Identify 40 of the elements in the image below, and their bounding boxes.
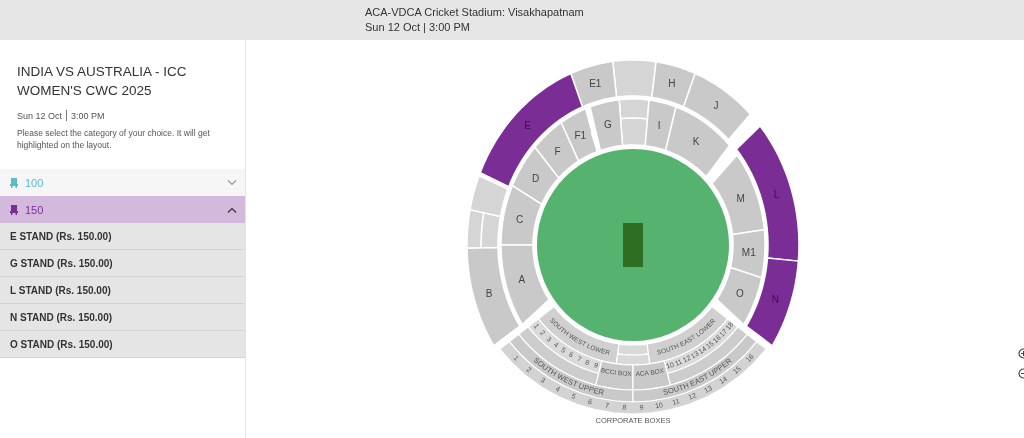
section-label: L <box>773 189 780 201</box>
section-label: O <box>735 287 744 299</box>
section-label: F <box>554 145 561 157</box>
section-label: C <box>515 213 524 225</box>
venue-name: ACA-VDCA Cricket Stadium: Visakhapatnam <box>365 5 585 20</box>
section-label: D <box>532 172 540 184</box>
section-label: B <box>485 288 493 300</box>
section-label: I <box>657 119 661 131</box>
stand-section[interactable] <box>569 60 618 108</box>
chevron-up-icon <box>227 206 237 213</box>
stand-section[interactable] <box>710 153 766 236</box>
stand-section[interactable] <box>479 72 584 188</box>
event-date: Sun 12 Oct <box>17 110 63 121</box>
section-label: M <box>736 193 745 205</box>
section-label: H <box>668 78 676 90</box>
event-time: 3:00 PM <box>71 110 105 121</box>
stand-option[interactable]: G STAND (Rs. 150.00) <box>0 250 245 277</box>
section-label: E1 <box>589 77 602 89</box>
section-label: E <box>524 120 531 132</box>
section-label: J <box>713 100 719 112</box>
stand-section[interactable] <box>735 124 800 262</box>
category-row[interactable]: 150 <box>0 196 245 223</box>
stand-option[interactable]: N STAND (Rs. 150.00) <box>0 304 245 331</box>
stand-option[interactable]: L STAND (Rs. 150.00) <box>0 277 245 304</box>
section-label: A <box>518 274 526 286</box>
stand-option[interactable]: E STAND (Rs. 150.00) <box>0 223 245 250</box>
section-label: K <box>692 136 700 148</box>
stand-section[interactable] <box>511 146 560 206</box>
stand-section[interactable] <box>745 257 800 347</box>
section-label: G <box>604 119 612 131</box>
section-label: F1 <box>574 129 587 141</box>
pitch <box>623 223 643 267</box>
stand-option[interactable]: O STAND (Rs. 150.00) <box>0 331 245 358</box>
section-label: N <box>771 293 779 305</box>
event-title: INDIA VS AUSTRALIA - ICC WOMEN'S CWC 2025 <box>17 63 188 100</box>
section-label: M1 <box>741 247 756 258</box>
stand-section[interactable] <box>729 228 766 279</box>
instructions: Please select the category of your choice. It will get highlighted on the layout. <box>17 127 211 151</box>
event-datetime: Sun 12 Oct | 3:00 PM <box>365 20 471 35</box>
chevron-down-icon <box>227 179 237 186</box>
